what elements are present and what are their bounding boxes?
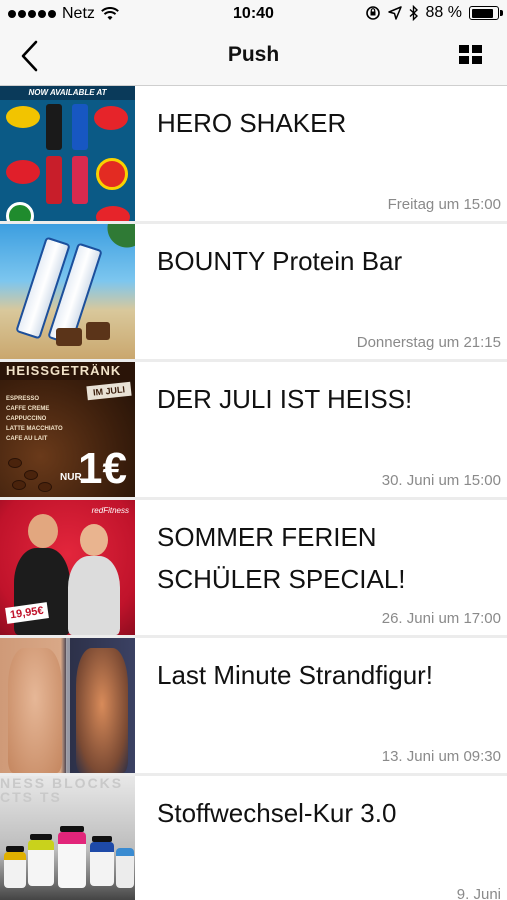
chevron-left-icon <box>21 40 38 72</box>
battery-fill <box>471 8 493 18</box>
page-title: Push <box>227 43 280 66</box>
back-button[interactable] <box>16 38 52 74</box>
item-date: 13. Juni um 09:30 <box>381 748 501 765</box>
item-date: Freitag um 15:00 <box>387 196 501 213</box>
item-title: BOUNTY Protein Bar <box>157 246 403 276</box>
list-item[interactable]: NESS BLOCKS CTS TS Stoffwechsel-Kur 3.0 … <box>0 776 507 900</box>
item-date: Donnerstag um 21:15 <box>356 334 501 351</box>
bluetooth-icon <box>409 5 418 21</box>
location-arrow-icon <box>387 6 402 20</box>
item-title: HERO SHAKER <box>157 108 347 138</box>
battery-icon <box>469 6 503 20</box>
push-message-list: NOW AVAILABLE AT HERO SHAKER Freitag um … <box>0 86 507 900</box>
battery-percentage: 88 % <box>425 4 462 21</box>
thumb-heading: HEISSGETRÄNK <box>0 362 135 380</box>
thumb-brand: redFitness <box>91 506 129 515</box>
list-item[interactable]: redFitness 19,95€ SOMMER FERIEN SCHÜLER … <box>0 500 507 638</box>
list-item[interactable]: Last Minute Strandfigur! 13. Juni um 09:… <box>0 638 507 776</box>
thumb-price: 1€ <box>78 444 127 493</box>
item-title: SOMMER FERIEN SCHÜLER SPECIAL! <box>157 522 406 594</box>
wifi-icon <box>101 7 119 20</box>
item-title: Last Minute Strandfigur! <box>157 660 434 690</box>
bounty-bar-thumbnail <box>0 224 135 359</box>
item-title: Stoffwechsel-Kur 3.0 <box>157 798 397 828</box>
item-date: 30. Juni um 15:00 <box>381 472 501 489</box>
body-transformation-thumbnail <box>0 638 135 773</box>
orientation-lock-icon <box>365 6 380 20</box>
red-fitness-thumbnail: redFitness 19,95€ <box>0 500 135 635</box>
status-left: Netz <box>8 5 119 23</box>
list-item[interactable]: NOW AVAILABLE AT HERO SHAKER Freitag um … <box>0 86 507 224</box>
thumb-tag: IM JULI <box>86 381 132 401</box>
item-date: 9. Juni <box>456 886 501 900</box>
item-date: 26. Juni um 17:00 <box>381 610 501 627</box>
status-bar: Netz 10:40 88 % <box>0 0 507 28</box>
hero-shaker-thumbnail: NOW AVAILABLE AT <box>0 86 135 221</box>
navigation-bar: Push <box>0 28 507 86</box>
carrier-name: Netz <box>62 5 95 22</box>
list-item[interactable]: BOUNTY Protein Bar Donnerstag um 21:15 <box>0 224 507 362</box>
status-right: 88 % <box>365 4 503 22</box>
grid-icon <box>459 45 469 53</box>
coffee-thumbnail: HEISSGETRÄNK IM JULI ESPRESSO CAFFE CREM… <box>0 362 135 497</box>
item-title: DER JULI IST HEISS! <box>157 384 413 414</box>
grid-view-button[interactable] <box>459 45 483 69</box>
supplements-thumbnail: NESS BLOCKS CTS TS <box>0 776 135 900</box>
signal-strength-icon <box>8 10 56 18</box>
list-item[interactable]: HEISSGETRÄNK IM JULI ESPRESSO CAFFE CREM… <box>0 362 507 500</box>
thumb-band: NOW AVAILABLE AT <box>0 86 135 100</box>
